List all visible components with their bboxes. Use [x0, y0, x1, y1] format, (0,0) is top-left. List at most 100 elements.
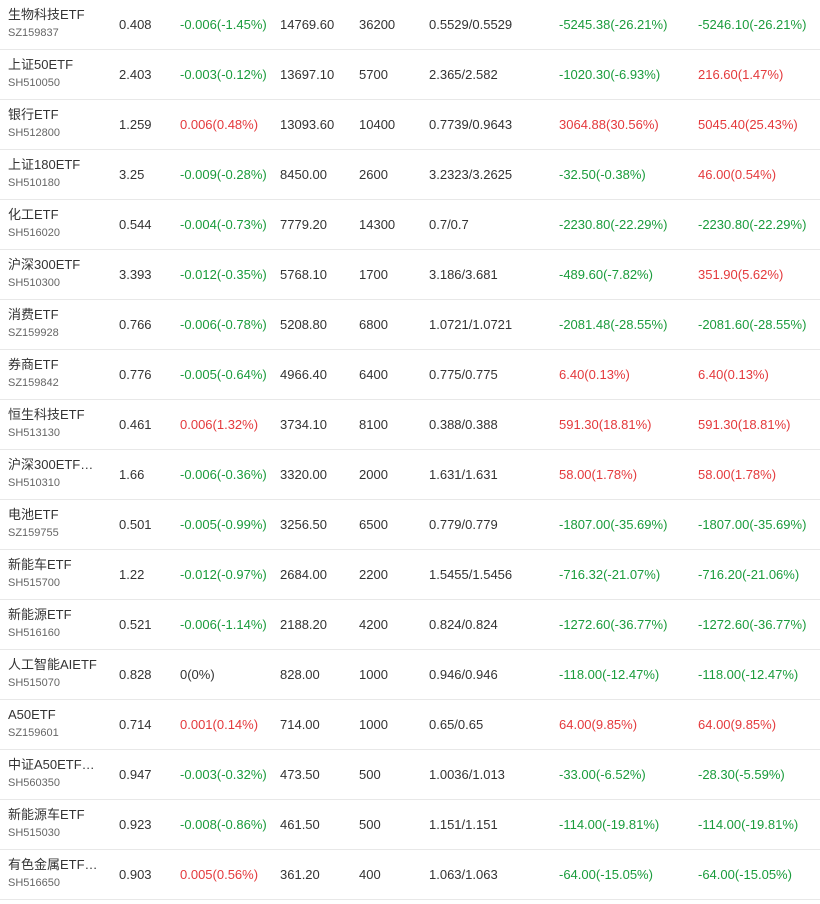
market-value: 3734.10 — [280, 417, 327, 432]
fund-code: SZ159601 — [8, 727, 59, 739]
fund-name[interactable]: 上证50ETF — [8, 56, 108, 74]
table-row[interactable]: 沪深300ETF… SH510310 1.66 -0.006(-0.36%) 3… — [0, 450, 820, 500]
table-row[interactable]: 消费ETF SZ159928 0.766 -0.006(-0.78%) 5208… — [0, 300, 820, 350]
table-row[interactable]: 新能源车ETF SH515030 0.923 -0.008(-0.86%) 46… — [0, 800, 820, 850]
fund-name[interactable]: 消费ETF — [8, 306, 108, 324]
cost-price: 0.775/0.775 — [429, 367, 498, 382]
table-row[interactable]: 新能车ETF SH515700 1.22 -0.012(-0.97%) 2684… — [0, 550, 820, 600]
fund-name[interactable]: 沪深300ETF — [8, 256, 108, 274]
cost-price: 0.388/0.388 — [429, 417, 498, 432]
fund-code: SZ159755 — [8, 527, 59, 539]
cost-price: 0.7/0.7 — [429, 217, 469, 232]
table-row[interactable]: 沪深300ETF SH510300 3.393 -0.012(-0.35%) 5… — [0, 250, 820, 300]
fund-name[interactable]: 化工ETF — [8, 206, 108, 224]
fund-name[interactable]: 新能源车ETF — [8, 806, 108, 824]
fund-name[interactable]: 新能车ETF — [8, 556, 108, 574]
fund-name-cell[interactable]: 消费ETF SZ159928 — [8, 306, 108, 341]
total-profit-loss: 6.40(0.13%) — [698, 367, 769, 382]
current-price: 2.403 — [119, 67, 152, 82]
table-row[interactable]: 人工智能AIETF SH515070 0.828 0(0%) 828.00 10… — [0, 650, 820, 700]
fund-name-cell[interactable]: A50ETF SZ159601 — [8, 706, 108, 741]
fund-name[interactable]: 人工智能AIETF — [8, 656, 108, 674]
total-profit-loss: -2081.60(-28.55%) — [698, 317, 807, 332]
cost-price: 1.0721/1.0721 — [429, 317, 513, 332]
table-row[interactable]: 银行ETF SH512800 1.259 0.006(0.48%) 13093.… — [0, 100, 820, 150]
fund-name[interactable]: 沪深300ETF… — [8, 456, 108, 474]
total-profit-loss: -28.30(-5.59%) — [698, 767, 785, 782]
fund-name[interactable]: 恒生科技ETF — [8, 406, 108, 424]
fund-name-cell[interactable]: 券商ETF SZ159842 — [8, 356, 108, 391]
fund-name-cell[interactable]: 化工ETF SH516020 — [8, 206, 108, 241]
fund-name-cell[interactable]: 沪深300ETF SH510300 — [8, 256, 108, 291]
table-row[interactable]: 中证A50ETF… SH560350 0.947 -0.003(-0.32%) … — [0, 750, 820, 800]
current-price: 0.923 — [119, 817, 152, 832]
current-price: 0.461 — [119, 417, 152, 432]
fund-name-cell[interactable]: 新能源车ETF SH515030 — [8, 806, 108, 841]
current-price: 3.25 — [119, 167, 145, 182]
cost-price: 0.824/0.824 — [429, 617, 498, 632]
fund-name[interactable]: 银行ETF — [8, 106, 108, 124]
table-row[interactable]: 化工ETF SH516020 0.544 -0.004(-0.73%) 7779… — [0, 200, 820, 250]
fund-name-cell[interactable]: 上证50ETF SH510050 — [8, 56, 108, 91]
table-row[interactable]: 上证180ETF SH510180 3.25 -0.009(-0.28%) 84… — [0, 150, 820, 200]
current-price: 0.903 — [119, 867, 152, 882]
fund-name[interactable]: A50ETF — [8, 706, 108, 724]
fund-name-cell[interactable]: 人工智能AIETF SH515070 — [8, 656, 108, 691]
fund-name[interactable]: 有色金属ETF… — [8, 856, 108, 874]
fund-code: SZ159837 — [8, 27, 59, 39]
cost-price: 2.365/2.582 — [429, 67, 498, 82]
fund-name-cell[interactable]: 银行ETF SH512800 — [8, 106, 108, 141]
total-profit-loss: -2230.80(-22.29%) — [698, 217, 807, 232]
fund-name[interactable]: 新能源ETF — [8, 606, 108, 624]
table-row[interactable]: 新能源ETF SH516160 0.521 -0.006(-1.14%) 218… — [0, 600, 820, 650]
table-row[interactable]: 电池ETF SZ159755 0.501 -0.005(-0.99%) 3256… — [0, 500, 820, 550]
table-row[interactable]: 上证50ETF SH510050 2.403 -0.003(-0.12%) 13… — [0, 50, 820, 100]
fund-name[interactable]: 券商ETF — [8, 356, 108, 374]
price-change: 0.005(0.56%) — [180, 867, 259, 882]
fund-name-cell[interactable]: 上证180ETF SH510180 — [8, 156, 108, 191]
price-change: -0.006(-1.45%) — [180, 17, 267, 32]
market-value: 2684.00 — [280, 567, 327, 582]
fund-name-cell[interactable]: 恒生科技ETF SH513130 — [8, 406, 108, 441]
fund-name[interactable]: 生物科技ETF — [8, 6, 108, 24]
price-change: -0.004(-0.73%) — [180, 217, 267, 232]
fund-name-cell[interactable]: 有色金属ETF… SH516650 — [8, 856, 108, 891]
current-price: 0.714 — [119, 717, 152, 732]
price-change: 0.001(0.14%) — [180, 717, 259, 732]
cost-price: 1.631/1.631 — [429, 467, 498, 482]
share-count: 6400 — [359, 367, 388, 382]
position-profit-loss: -33.00(-6.52%) — [559, 767, 646, 782]
price-change: -0.005(-0.99%) — [180, 517, 267, 532]
table-row[interactable]: 恒生科技ETF SH513130 0.461 0.006(1.32%) 3734… — [0, 400, 820, 450]
share-count: 1000 — [359, 667, 388, 682]
price-change: -0.006(-0.78%) — [180, 317, 267, 332]
fund-name-cell[interactable]: 沪深300ETF… SH510310 — [8, 456, 108, 491]
fund-code: SH516650 — [8, 877, 60, 889]
table-row[interactable]: 生物科技ETF SZ159837 0.408 -0.006(-1.45%) 14… — [0, 0, 820, 50]
table-row[interactable]: A50ETF SZ159601 0.714 0.001(0.14%) 714.0… — [0, 700, 820, 750]
position-profit-loss: -489.60(-7.82%) — [559, 267, 653, 282]
cost-price: 0.65/0.65 — [429, 717, 484, 732]
fund-name[interactable]: 中证A50ETF… — [8, 756, 108, 774]
share-count: 500 — [359, 817, 381, 832]
total-profit-loss: -1807.00(-35.69%) — [698, 517, 807, 532]
fund-code: SH510310 — [8, 477, 60, 489]
current-price: 0.544 — [119, 217, 152, 232]
table-row[interactable]: 券商ETF SZ159842 0.776 -0.005(-0.64%) 4966… — [0, 350, 820, 400]
fund-name-cell[interactable]: 生物科技ETF SZ159837 — [8, 6, 108, 41]
table-row[interactable]: 有色金属ETF… SH516650 0.903 0.005(0.56%) 361… — [0, 850, 820, 900]
fund-name[interactable]: 上证180ETF — [8, 156, 108, 174]
fund-name-cell[interactable]: 中证A50ETF… SH560350 — [8, 756, 108, 791]
total-profit-loss: 64.00(9.85%) — [698, 717, 777, 732]
fund-name-cell[interactable]: 电池ETF SZ159755 — [8, 506, 108, 541]
share-count: 5700 — [359, 67, 388, 82]
share-count: 6800 — [359, 317, 388, 332]
fund-name-cell[interactable]: 新能源ETF SH516160 — [8, 606, 108, 641]
market-value: 8450.00 — [280, 167, 327, 182]
fund-name-cell[interactable]: 新能车ETF SH515700 — [8, 556, 108, 591]
position-profit-loss: -2081.48(-28.55%) — [559, 317, 668, 332]
total-profit-loss: 591.30(18.81%) — [698, 417, 791, 432]
fund-name[interactable]: 电池ETF — [8, 506, 108, 524]
current-price: 1.259 — [119, 117, 152, 132]
current-price: 0.947 — [119, 767, 152, 782]
